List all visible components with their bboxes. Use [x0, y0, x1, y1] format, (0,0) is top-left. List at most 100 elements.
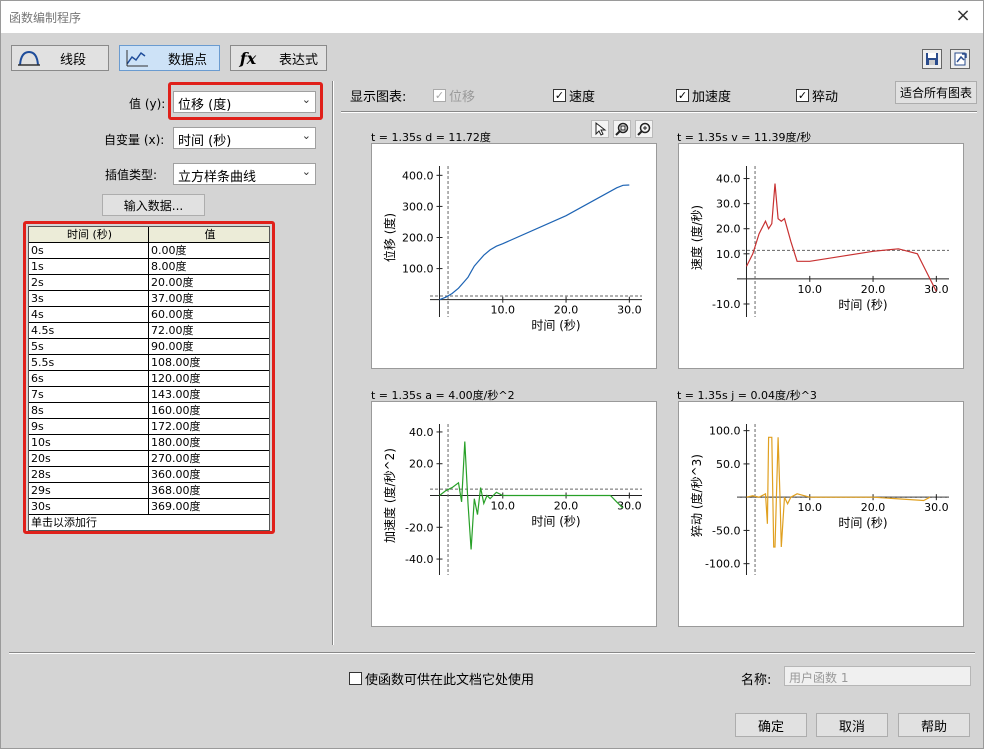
table-row[interactable]: 3s 37.00度: [29, 291, 269, 307]
x-tick-label: 20.0: [861, 283, 886, 296]
table-row[interactable]: 8s 160.00度: [29, 403, 269, 419]
checkbox-box: ✓: [433, 89, 446, 102]
cell-time[interactable]: 28s: [29, 467, 149, 482]
cell-value[interactable]: 180.00度: [149, 435, 269, 450]
table-row[interactable]: 4s 60.00度: [29, 307, 269, 323]
cancel-button[interactable]: 取消: [816, 713, 888, 737]
cell-value[interactable]: 368.00度: [149, 483, 269, 498]
input-data-button[interactable]: 输入数据...: [102, 194, 205, 216]
table-row[interactable]: 5.5s 108.00度: [29, 355, 269, 371]
open-file-icon[interactable]: [950, 49, 970, 69]
table-row[interactable]: 10s 180.00度: [29, 435, 269, 451]
y-axis-label: 位移 (度): [382, 213, 397, 262]
checkbox-box: ✓: [796, 89, 809, 102]
table-row[interactable]: 28s 360.00度: [29, 467, 269, 483]
chart-panel-velocity[interactable]: 10.0 20.0 30.0 -10.0 10.0 20.0 30.0 40.0 时间 (秒) 速…: [678, 143, 964, 369]
cell-value[interactable]: 270.00度: [149, 451, 269, 466]
ok-button[interactable]: 确定: [735, 713, 807, 737]
cell-value[interactable]: 90.00度: [149, 339, 269, 354]
add-row-prompt[interactable]: 单击以添加行: [29, 515, 269, 530]
cell-value[interactable]: 8.00度: [149, 259, 269, 274]
cell-time[interactable]: 20s: [29, 451, 149, 466]
cell-time[interactable]: 7s: [29, 387, 149, 402]
table-row[interactable]: 30s 369.00度: [29, 499, 269, 515]
table-row[interactable]: 20s 270.00度: [29, 451, 269, 467]
cell-time[interactable]: 9s: [29, 419, 149, 434]
cell-value[interactable]: 60.00度: [149, 307, 269, 322]
cell-time[interactable]: 1s: [29, 259, 149, 274]
table-row[interactable]: 0s 0.00度: [29, 243, 269, 259]
cell-time[interactable]: 10s: [29, 435, 149, 450]
x-tick-label: 10.0: [491, 500, 516, 513]
cell-value[interactable]: 108.00度: [149, 355, 269, 370]
cell-value[interactable]: 160.00度: [149, 403, 269, 418]
chevron-down-icon: ⌄: [301, 165, 311, 178]
checkbox-acceleration[interactable]: ✓ 加速度: [676, 86, 731, 105]
cell-value[interactable]: 172.00度: [149, 419, 269, 434]
cell-time[interactable]: 29s: [29, 483, 149, 498]
table-row[interactable]: 4.5s 72.00度: [29, 323, 269, 339]
cell-value[interactable]: 120.00度: [149, 371, 269, 386]
checkbox-jerk[interactable]: ✓ 猝动: [796, 86, 838, 105]
cell-time[interactable]: 4s: [29, 307, 149, 322]
chart-panel-displacement[interactable]: 10.0 20.0 30.0 100.0 200.0 300.0 400.0 时间 (秒) 位移…: [371, 143, 657, 369]
x-axis-label: 时间 (秒): [531, 319, 580, 333]
cell-time[interactable]: 0s: [29, 243, 149, 258]
pointer-icon[interactable]: [591, 120, 609, 138]
tab-expression-label: 表达式: [279, 52, 319, 68]
column-header-time[interactable]: 时间 (秒): [29, 227, 149, 242]
show-charts-label: 显示图表:: [350, 90, 407, 105]
table-row[interactable]: 2s 20.00度: [29, 275, 269, 291]
save-icon[interactable]: [922, 49, 942, 69]
cell-time[interactable]: 5s: [29, 339, 149, 354]
cell-value[interactable]: 369.00度: [149, 499, 269, 514]
cell-time[interactable]: 2s: [29, 275, 149, 290]
x-axis-label: 时间 (秒): [838, 298, 887, 312]
table-row[interactable]: 6s 120.00度: [29, 371, 269, 387]
tab-segments[interactable]: 线段: [11, 45, 109, 71]
table-row[interactable]: 7s 143.00度: [29, 387, 269, 403]
checkbox-box: ✓: [553, 89, 566, 102]
tab-expression[interactable]: fx 表达式: [230, 45, 327, 71]
table-row[interactable]: 1s 8.00度: [29, 259, 269, 275]
cell-value[interactable]: 360.00度: [149, 467, 269, 482]
independent-var-select[interactable]: 时间 (秒) ⌄: [173, 127, 316, 149]
y-tick-label: 40.0: [716, 173, 741, 186]
cell-time[interactable]: 3s: [29, 291, 149, 306]
tab-data-points[interactable]: 数据点: [119, 45, 220, 71]
cell-time[interactable]: 8s: [29, 403, 149, 418]
cell-value[interactable]: 143.00度: [149, 387, 269, 402]
help-button[interactable]: 帮助: [898, 713, 970, 737]
zoom-icon[interactable]: [635, 120, 653, 138]
cell-time[interactable]: 6s: [29, 371, 149, 386]
chart-panel-jerk[interactable]: 10.0 20.0 30.0 -100.0 -50.0 50.0 100.0 时间 (秒) 猝动…: [678, 401, 964, 627]
series-line: [439, 184, 630, 301]
column-header-value[interactable]: 值: [149, 227, 269, 242]
x-axis-label: 时间 (秒): [838, 516, 887, 530]
table-row[interactable]: 5s 90.00度: [29, 339, 269, 355]
share-function-checkbox[interactable]: 使函数可供在此文档它处使用: [349, 669, 534, 688]
cell-value[interactable]: 0.00度: [149, 243, 269, 258]
independent-var-label: 自变量 (x):: [104, 133, 165, 147]
close-icon[interactable]: ×: [951, 5, 975, 29]
table-row[interactable]: 9s 172.00度: [29, 419, 269, 435]
cell-time[interactable]: 4.5s: [29, 323, 149, 338]
interpolation-select[interactable]: 立方样条曲线 ⌄: [173, 163, 316, 185]
y-tick-label: -20.0: [405, 521, 433, 534]
zoom-window-icon[interactable]: [613, 120, 631, 138]
chart-header-separator: [341, 111, 977, 113]
chart-panel-acceleration[interactable]: 10.0 20.0 30.0 -40.0 -20.0 20.0 40.0 时间 (秒) 加速度 …: [371, 401, 657, 627]
data-table[interactable]: 时间 (秒) 值 0s 0.00度 1s 8.00度 2s 20.00度 3s 37.00度 4…: [28, 226, 270, 531]
cell-value[interactable]: 72.00度: [149, 323, 269, 338]
y-tick-label: 200.0: [402, 232, 434, 245]
cell-time[interactable]: 30s: [29, 499, 149, 514]
cell-time[interactable]: 5.5s: [29, 355, 149, 370]
fit-all-charts-button[interactable]: 适合所有图表: [895, 81, 977, 104]
cell-value[interactable]: 20.00度: [149, 275, 269, 290]
checkbox-velocity[interactable]: ✓ 速度: [553, 86, 595, 105]
cell-value[interactable]: 37.00度: [149, 291, 269, 306]
function-name-field[interactable]: 用户函数 1: [784, 666, 971, 686]
independent-var-text: 时间 (秒): [178, 134, 232, 149]
table-row[interactable]: 29s 368.00度: [29, 483, 269, 499]
tab-data-points-label: 数据点: [168, 52, 208, 68]
